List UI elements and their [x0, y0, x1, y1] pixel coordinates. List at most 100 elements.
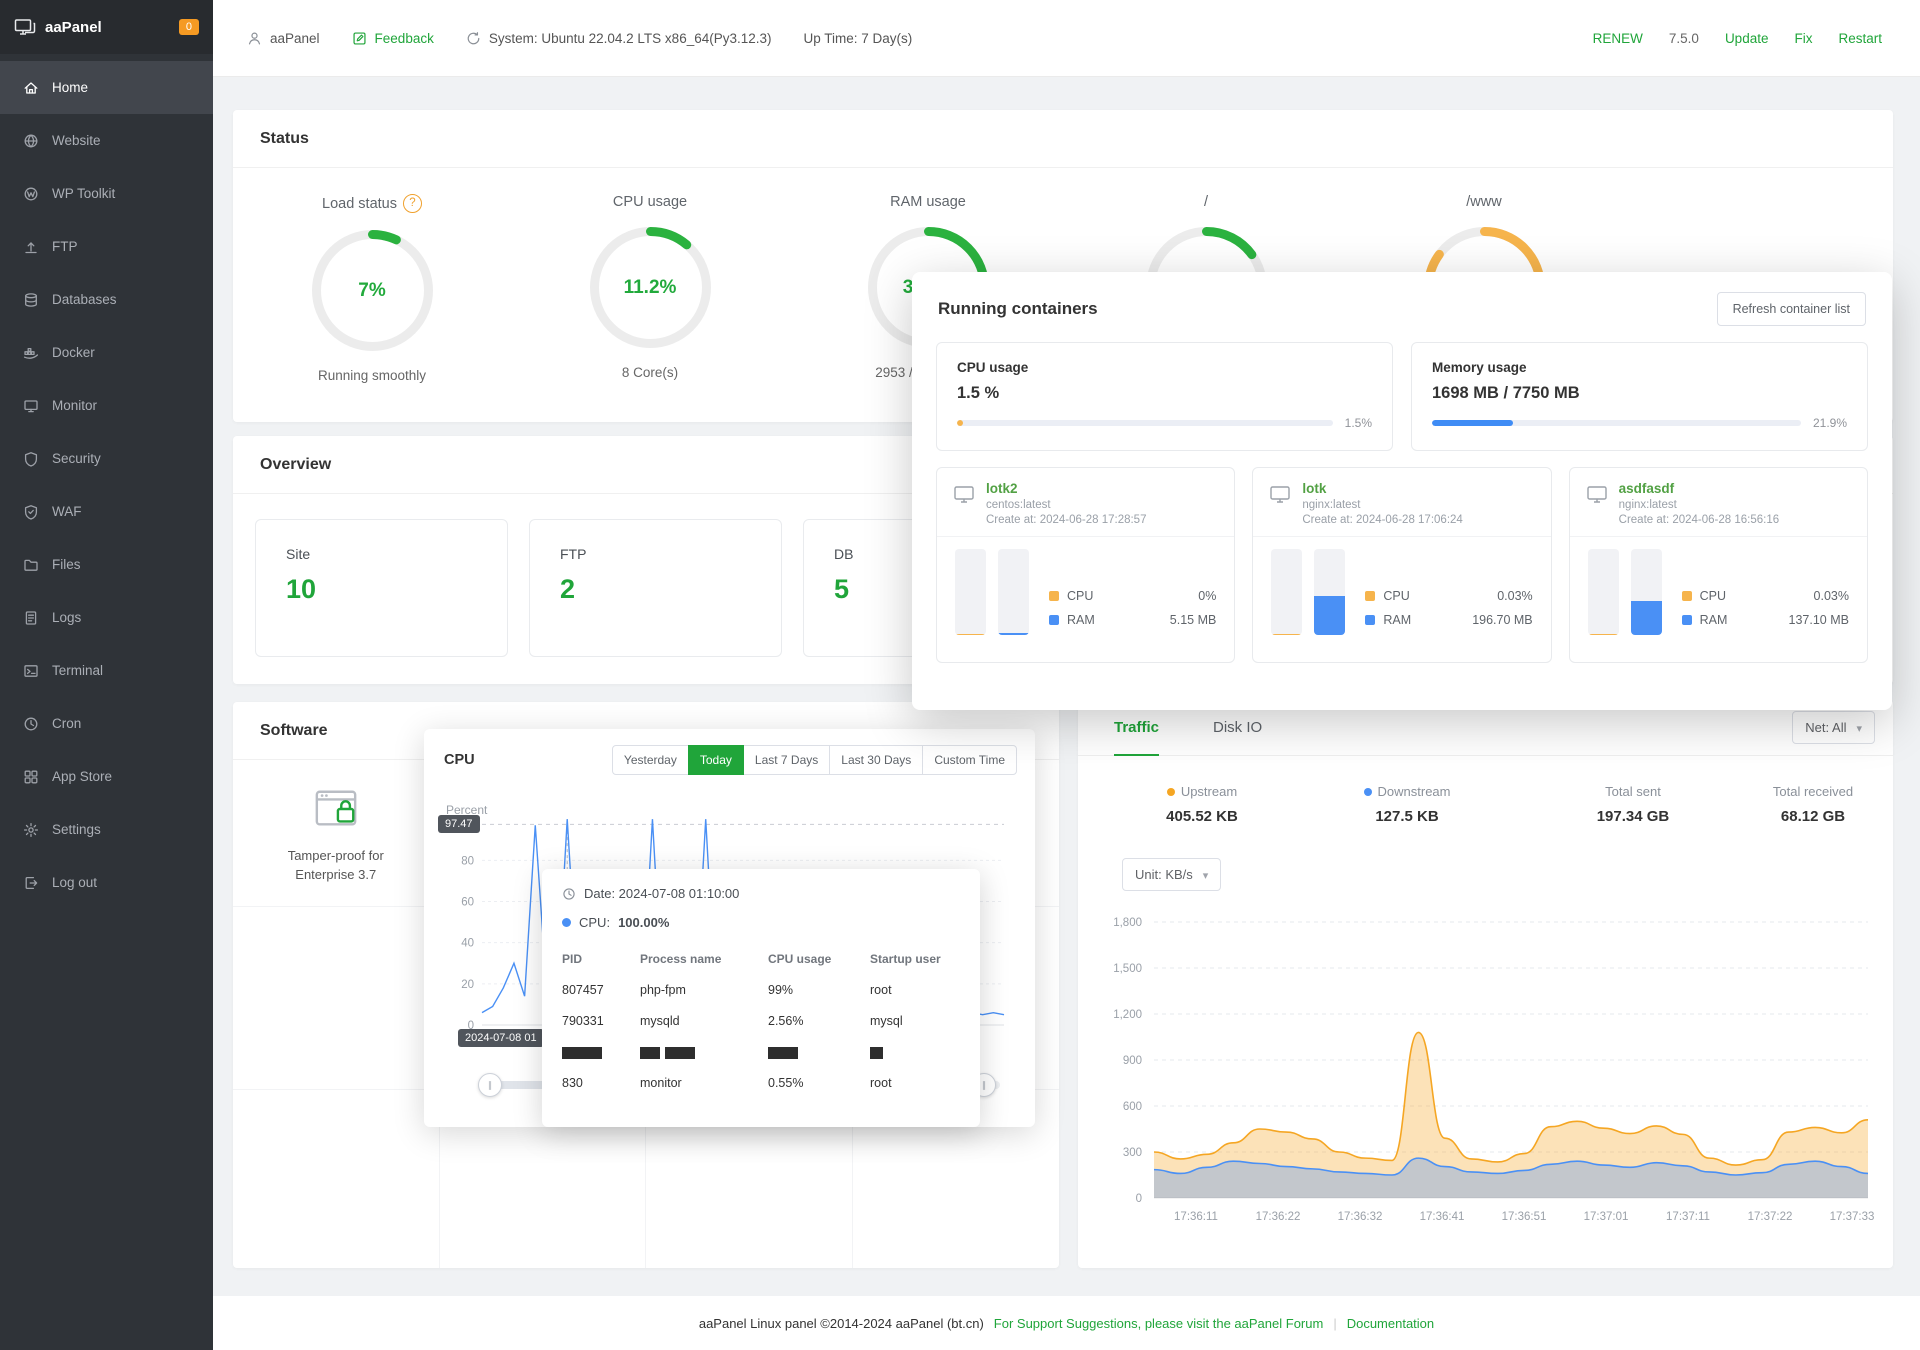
sidebar-item-security[interactable]: Security [0, 432, 213, 485]
tab-last-7-days[interactable]: Last 7 Days [742, 745, 831, 775]
container-name: asdfasdf [1618, 481, 1675, 496]
fix-link[interactable]: Fix [1794, 31, 1812, 46]
aapanel-logo[interactable]: aaPanel 0 [0, 0, 213, 54]
uptime-label: Up Time: 7 Day(s) [803, 30, 913, 46]
sync-icon[interactable] [466, 31, 481, 46]
stat-value: 405.52 KB [1166, 808, 1238, 825]
gauge-title: / [1203, 194, 1209, 210]
sidebar-item-waf[interactable]: WAF [0, 485, 213, 538]
sidebar-item-label: Logs [52, 610, 82, 625]
account-menu[interactable]: aaPanel [247, 31, 320, 46]
legend-label: RAM [1383, 613, 1412, 627]
tab-yesterday[interactable]: Yesterday [611, 745, 689, 775]
stat-label: Downstream [1377, 784, 1451, 799]
sidebar-item-docker[interactable]: Docker [0, 326, 213, 379]
overview-site-box[interactable]: Site 10 [255, 519, 508, 657]
stat-total-received: Total received 68.12 GB [1728, 784, 1898, 825]
cpu-percent-label: 1.5% [1344, 416, 1372, 430]
sidebar-item-databases[interactable]: Databases [0, 273, 213, 326]
table-row-redacted [562, 1045, 960, 1059]
table-row: 830 monitor 0.55% root [562, 1076, 892, 1090]
legend-value: 0.03% [1497, 589, 1533, 603]
sidebar-item-terminal[interactable]: Terminal [0, 644, 213, 697]
user-icon [247, 31, 262, 46]
overview-ftp-box[interactable]: FTP 2 [529, 519, 782, 657]
notification-badge[interactable]: 0 [178, 19, 199, 35]
tab-custom-time[interactable]: Custom Time [922, 745, 1017, 775]
sidebar-item-ftp[interactable]: FTP [0, 220, 213, 273]
sidebar-item-settings[interactable]: Settings [0, 803, 213, 856]
ram-vertical-bar [1314, 549, 1346, 635]
modal-title: Running containers [938, 299, 1098, 318]
svg-text:900: 900 [1123, 1055, 1142, 1067]
sidebar-item-label: Website [52, 133, 101, 148]
refresh-container-list-button[interactable]: Refresh container list [1716, 292, 1866, 326]
svg-text:17:37:11: 17:37:11 [1666, 1211, 1710, 1223]
unit-select[interactable]: Unit: KB/s [1122, 858, 1222, 891]
sidebar-item-files[interactable]: Files [0, 538, 213, 591]
documentation-link[interactable]: Documentation [1347, 1316, 1434, 1331]
svg-text:17:36:11: 17:36:11 [1174, 1211, 1218, 1223]
legend-value: 0% [1198, 589, 1217, 603]
sidebar-item-monitor[interactable]: Monitor [0, 379, 213, 432]
sidebar-item-cron[interactable]: Cron [0, 697, 213, 750]
downstream-dot-icon [1363, 787, 1372, 796]
svg-text:17:37:01: 17:37:01 [1584, 1211, 1629, 1223]
main-area: aaPanel Feedback System: Ubuntu 22.04.2 … [213, 0, 1920, 1350]
sidebar-item-wp-toolkit[interactable]: WP Toolkit [0, 167, 213, 220]
sidebar-item-label: Monitor [52, 398, 98, 413]
topbar: aaPanel Feedback System: Ubuntu 22.04.2 … [213, 0, 1920, 77]
stat-total-sent: Total sent 197.34 GB [1548, 784, 1718, 825]
container-card-lotk2: lotk2 centos:latest Create at: 2024-06-2… [936, 467, 1236, 663]
sidebar-item-logs[interactable]: Logs [0, 591, 213, 644]
slider-handle-left[interactable] [478, 1073, 502, 1097]
legend-label: RAM [1067, 613, 1095, 627]
svg-text:17:36:32: 17:36:32 [1338, 1211, 1383, 1223]
overview-title: Overview [260, 455, 332, 473]
upstream-dot-icon [1166, 787, 1175, 796]
restart-link[interactable]: Restart [1838, 31, 1882, 46]
gauge-value: 7% [358, 279, 386, 301]
net-select[interactable]: Net: All [1792, 711, 1875, 744]
sidebar-item-home[interactable]: Home [0, 61, 213, 114]
container-created: Create at: 2024-06-28 16:56:16 [1618, 514, 1780, 526]
system-label: System: Ubuntu 22.04.2 LTS x86_64(Py3.12… [488, 30, 772, 46]
forum-link[interactable]: For Support Suggestions, please visit th… [994, 1316, 1324, 1331]
update-link[interactable]: Update [1725, 31, 1769, 46]
memory-usage-value: 1698 MB / 7750 MB [1432, 384, 1580, 402]
cpu-progress-fill [957, 420, 963, 426]
home-icon [23, 80, 39, 96]
waf-shield-icon [23, 504, 39, 520]
tab-today[interactable]: Today [687, 745, 744, 775]
memory-progress-fill [1432, 420, 1513, 426]
ram-legend-icon [1365, 615, 1376, 625]
cpu-vertical-bar [1587, 549, 1619, 635]
container-icon [1586, 484, 1608, 526]
running-containers-modal: Running containers Refresh container lis… [912, 272, 1892, 710]
help-icon[interactable] [402, 194, 422, 213]
gauge-caption: Running smoothly [317, 368, 427, 383]
container-card-lotk: lotk nginx:latest Create at: 2024-06-28 … [1252, 467, 1552, 663]
sidebar-item-label: Cron [52, 716, 82, 731]
ram-legend-icon [1049, 615, 1059, 625]
svg-text:40: 40 [461, 938, 474, 950]
feedback-link[interactable]: Feedback [352, 31, 434, 46]
memory-usage-label: Memory usage [1432, 360, 1527, 375]
svg-text:17:36:22: 17:36:22 [1256, 1211, 1301, 1223]
sidebar-item-label: Log out [52, 875, 98, 890]
app-tamper-proof[interactable]: Tamper-proof for Enterprise 3.7 [233, 760, 439, 885]
sidebar-item-log-out[interactable]: Log out [0, 856, 213, 909]
col-startup-user: Startup user [870, 952, 941, 966]
modal-cpu-usage-box: CPU usage 1.5 % 1.5% [936, 342, 1393, 451]
container-created: Create at: 2024-06-28 17:28:57 [986, 514, 1147, 526]
tab-last-30-days[interactable]: Last 30 Days [829, 745, 924, 775]
sidebar-item-website[interactable]: Website [0, 114, 213, 167]
renew-link[interactable]: RENEW [1593, 31, 1643, 46]
account-label: aaPanel [270, 30, 320, 46]
container-image: nginx:latest [1302, 499, 1361, 511]
folder-icon [23, 557, 39, 573]
chevron-down-icon [1856, 720, 1862, 735]
sidebar-item-app-store[interactable]: App Store [0, 750, 213, 803]
system-info: System: Ubuntu 22.04.2 LTS x86_64(Py3.12… [466, 31, 772, 46]
sidebar-item-label: Home [52, 80, 89, 95]
